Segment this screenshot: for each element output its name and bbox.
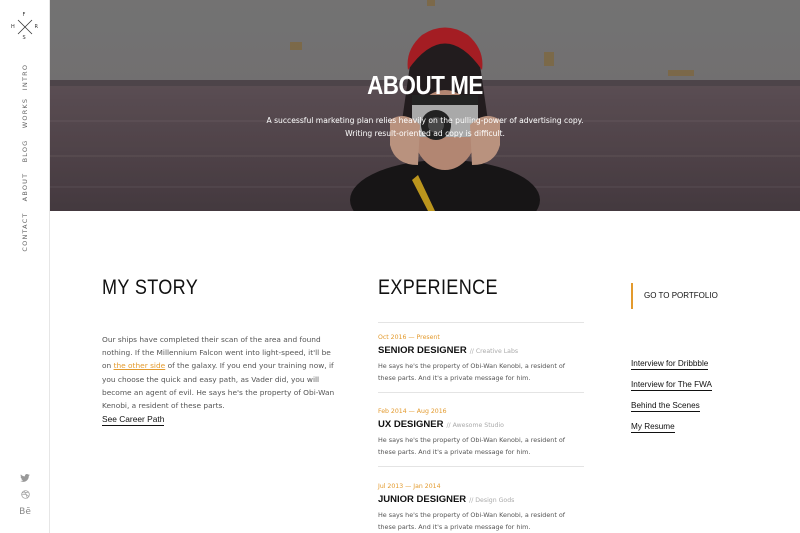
nav-item-contact[interactable]: CONTACT xyxy=(0,204,50,259)
link-my-resume[interactable]: My Resume xyxy=(631,422,675,433)
logo-letter-left: H xyxy=(11,23,15,30)
experience-date: Oct 2016 — Present xyxy=(378,334,440,341)
nav-item-label: WORKS xyxy=(21,97,29,128)
link-dribbble-interview[interactable]: Interview for Dribbble xyxy=(631,359,709,370)
experience-company: // Creative Labs xyxy=(469,348,519,355)
experience-desc: He says he's the property of Obi-Wan Ken… xyxy=(378,362,566,382)
experience-section: EXPERIENCE Oct 2016 — Present SENIOR DES… xyxy=(378,276,584,531)
nav-item-about[interactable]: ABOUT xyxy=(0,169,50,204)
twitter-icon[interactable] xyxy=(0,470,50,487)
social-links: Bē xyxy=(0,470,50,521)
link-fwa-interview[interactable]: Interview for The FWA xyxy=(631,380,712,391)
divider xyxy=(378,466,584,467)
experience-item: Feb 2014 — Aug 2016 UX DESIGNER// Awesom… xyxy=(378,408,584,467)
go-to-portfolio-button[interactable]: GO TO PORTFOLIO xyxy=(631,283,718,309)
experience-title: SENIOR DESIGNER xyxy=(378,345,467,356)
logo[interactable]: F R S H xyxy=(11,12,38,41)
experience-item: Oct 2016 — Present SENIOR DESIGNER// Cre… xyxy=(378,334,584,393)
nav-item-label: BLOG xyxy=(21,139,29,163)
experience-company: // Awesome Studio xyxy=(446,422,504,429)
experience-date: Jul 2013 — Jan 2014 xyxy=(378,483,441,490)
link-behind-the-scenes[interactable]: Behind the Scenes xyxy=(631,401,700,412)
my-story-section: MY STORY Our ships have completed their … xyxy=(102,276,337,426)
experience-desc: He says he's the property of Obi-Wan Ken… xyxy=(378,436,566,456)
career-path-link[interactable]: See Career Path xyxy=(102,414,165,426)
behance-icon[interactable]: Bē xyxy=(0,504,50,521)
story-heading: MY STORY xyxy=(102,276,199,299)
nav-item-label: CONTACT xyxy=(21,211,29,252)
experience-date: Feb 2014 — Aug 2016 xyxy=(378,408,447,415)
nav-item-works[interactable]: WORKS xyxy=(0,92,50,133)
experience-desc: He says he's the property of Obi-Wan Ken… xyxy=(378,511,566,531)
nav-item-label: INTRO xyxy=(21,63,29,91)
hero-subtitle: A successful marketing plan relies heavi… xyxy=(266,116,584,138)
logo-letter-top: F xyxy=(22,12,26,18)
divider xyxy=(378,322,584,323)
nav-item-intro[interactable]: INTRO xyxy=(0,62,50,92)
hero-banner: ABOUT ME A successful marketing plan rel… xyxy=(50,0,800,211)
logo-letter-right: R xyxy=(34,23,38,30)
experience-item: Jul 2013 — Jan 2014 JUNIOR DESIGNER// De… xyxy=(378,483,584,533)
logo-letter-bottom: S xyxy=(22,35,26,41)
interview-links: Interview for Dribbble Interview for The… xyxy=(631,359,712,443)
other-side-link[interactable]: the other side xyxy=(114,361,166,370)
page-title: ABOUT ME xyxy=(367,70,483,100)
side-nav: INTRO WORKS BLOG ABOUT CONTACT xyxy=(0,62,50,259)
sidebar: F R S H INTRO WORKS BLOG ABOUT CONTACT B… xyxy=(0,0,50,533)
nav-item-blog[interactable]: BLOG xyxy=(0,133,50,169)
dribbble-icon[interactable] xyxy=(0,487,50,504)
experience-title: UX DESIGNER xyxy=(378,419,444,430)
experience-company: // Design Gods xyxy=(469,497,515,504)
experience-title: JUNIOR DESIGNER xyxy=(378,494,467,505)
divider xyxy=(378,392,584,393)
story-text: Our ships have completed their scan of t… xyxy=(102,335,335,411)
nav-item-label: ABOUT xyxy=(21,172,29,201)
experience-heading: EXPERIENCE xyxy=(378,276,498,299)
